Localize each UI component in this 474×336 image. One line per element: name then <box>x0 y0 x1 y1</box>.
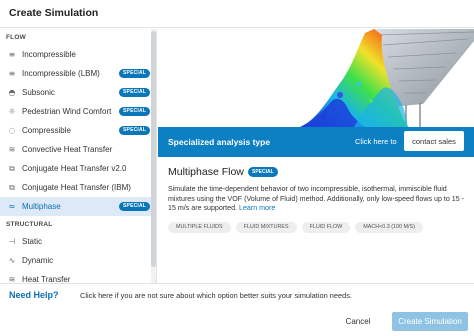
item-label: Compressible <box>22 126 71 135</box>
cancel-button[interactable]: Cancel <box>330 312 386 331</box>
feature-tags: MULTIPLE FLUIDS FLUID MIXTURES FLUID FLO… <box>168 222 428 233</box>
item-label: Heat Transfer <box>22 275 71 283</box>
item-label: Conjugate Heat Transfer (IBM) <box>22 183 131 192</box>
flow-lines-icon: ≡ <box>8 49 16 59</box>
special-badge: SPECIAL <box>119 202 151 211</box>
item-incompressible[interactable]: ≡ Incompressible <box>0 45 156 64</box>
description-text: Simulate the time-dependent behavior of … <box>168 185 464 213</box>
section-structural: STRUCTURAL <box>6 221 53 228</box>
banner-title: Specialized analysis type <box>168 137 271 147</box>
contact-sales-button[interactable]: contact sales <box>404 131 464 151</box>
item-subsonic[interactable]: ◓ Subsonic SPECIAL <box>0 83 156 102</box>
create-simulation-button[interactable]: Create Simulation <box>392 312 468 331</box>
item-label: Incompressible <box>22 50 76 59</box>
tag-fluid-flow: FLUID FLOW <box>301 222 351 233</box>
multiphase-icon: ≈ <box>8 201 16 211</box>
item-pedestrian-wind-comfort[interactable]: ☼ Pedestrian Wind Comfort SPECIAL <box>0 102 156 121</box>
special-badge: SPECIAL <box>119 69 151 78</box>
item-label: Static <box>22 237 43 246</box>
dialog-footer: Need Help? Click here if you are not sur… <box>0 283 474 336</box>
item-label: Convective Heat Transfer <box>22 145 113 154</box>
item-label: Subsonic <box>22 88 55 97</box>
item-conjugate-heat-transfer-v2[interactable]: ⧉ Conjugate Heat Transfer v2.0 <box>0 159 156 178</box>
item-conjugate-heat-transfer-ibm[interactable]: ⧉ Conjugate Heat Transfer (IBM) <box>0 178 156 197</box>
need-help-link[interactable]: Need Help? <box>9 290 59 300</box>
item-label: Incompressible (LBM) <box>22 69 100 78</box>
detail-description: Simulate the time-dependent behavior of … <box>168 185 468 214</box>
conjugate-heat-icon: ⧉ <box>9 163 15 173</box>
special-badge: SPECIAL <box>119 88 151 97</box>
help-text[interactable]: Click here if you are not sure about whi… <box>80 291 352 300</box>
tag-mach-limit: MACH<0.3 (100 M/S) <box>355 222 423 233</box>
detail-title: Multiphase Flow <box>168 166 244 178</box>
scrollbar-thumb[interactable] <box>151 31 156 267</box>
item-compressible[interactable]: ◌ Compressible SPECIAL <box>0 121 156 140</box>
item-heat-transfer[interactable]: ≋ Heat Transfer <box>0 270 156 284</box>
tag-multiple-fluids: MULTIPLE FLUIDS <box>168 222 231 233</box>
section-flow: FLOW <box>6 34 26 41</box>
item-incompressible-lbm[interactable]: ≡ Incompressible (LBM) SPECIAL <box>0 64 156 83</box>
flow-lines-icon: ≡ <box>8 68 16 78</box>
item-label: Conjugate Heat Transfer v2.0 <box>22 164 127 173</box>
compressible-icon: ◌ <box>8 125 16 135</box>
sidebar-scrollbar[interactable] <box>151 29 156 283</box>
learn-more-link[interactable]: Learn more <box>239 204 275 212</box>
item-dynamic[interactable]: ∿ Dynamic <box>0 251 156 270</box>
heat-icon: ≋ <box>8 274 16 284</box>
item-multiphase[interactable]: ≈ Multiphase SPECIAL <box>0 197 156 216</box>
item-label: Dynamic <box>22 256 54 265</box>
special-badge: SPECIAL <box>119 107 151 116</box>
item-static[interactable]: ⊣ Static <box>0 232 156 251</box>
conjugate-heat-icon: ⧉ <box>9 182 15 192</box>
dialog-title: Create Simulation <box>9 7 99 19</box>
simulation-type-list[interactable]: FLOW ≡ Incompressible ≡ Incompressible (… <box>0 29 157 283</box>
specialized-analysis-banner: Specialized analysis type Click here to … <box>158 127 474 157</box>
special-badge: SPECIAL <box>248 167 278 177</box>
banner-click-here-text: Click here to <box>355 137 397 146</box>
dialog-header: Create Simulation <box>0 0 474 28</box>
subsonic-icon: ◓ <box>8 87 16 97</box>
dynamic-icon: ∿ <box>8 255 16 265</box>
special-badge: SPECIAL <box>119 126 151 135</box>
wind-icon: ☼ <box>8 106 16 116</box>
heat-icon: ≋ <box>8 144 16 154</box>
item-label: Pedestrian Wind Comfort <box>22 107 112 116</box>
item-convective-heat-transfer[interactable]: ≋ Convective Heat Transfer <box>0 140 156 159</box>
tag-fluid-mixtures: FLUID MIXTURES <box>235 222 297 233</box>
item-label: Multiphase <box>22 202 61 211</box>
simulation-detail-panel: Multiphase Flow SPECIAL Simulate the tim… <box>158 157 474 283</box>
static-icon: ⊣ <box>8 236 16 246</box>
